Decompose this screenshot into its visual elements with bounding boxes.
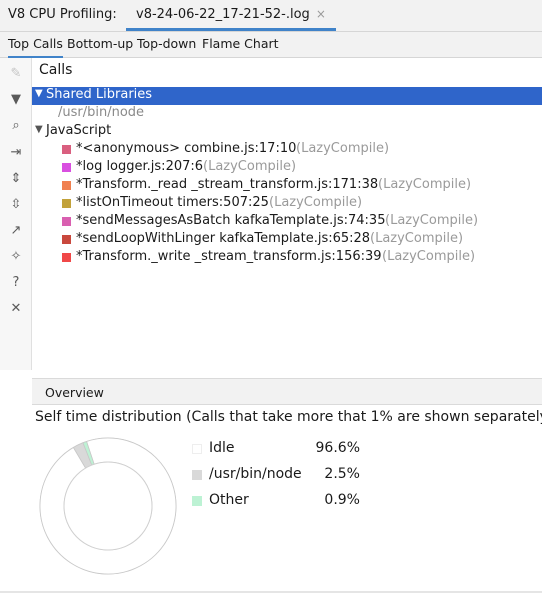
file-tab[interactable]: v8-24-06-22_17-21-52-.log ×	[126, 0, 336, 31]
color-swatch	[62, 199, 71, 208]
overview-header: Overview	[32, 378, 542, 405]
help-icon[interactable]: ?	[6, 272, 26, 292]
legend-percent: 2.5%	[324, 466, 360, 482]
call-tag: (LazyCompile)	[203, 159, 297, 174]
app-title: V8 CPU Profiling:	[8, 7, 117, 22]
export-icon[interactable]: ↗	[6, 220, 26, 240]
left-toolbar: ✎ ▼ ⌕ ⇥ ⇕ ⇳ ↗ ✧ ? ✕	[0, 58, 32, 370]
collapse-all-icon[interactable]: ⇳	[6, 194, 26, 214]
color-swatch	[62, 163, 71, 172]
call-tag: (LazyCompile)	[382, 249, 476, 264]
call-tag: (LazyCompile)	[370, 231, 464, 246]
call-row[interactable]: *Transform._write _stream_transform.js:1…	[32, 249, 542, 267]
tab-top-down[interactable]: Top-down	[137, 36, 196, 58]
call-row[interactable]: *<anonymous> combine.js:17:10 (LazyCompil…	[32, 141, 542, 159]
self-time-pie-chart	[39, 437, 177, 575]
pie-inner-hole	[63, 461, 153, 551]
call-name: *sendMessagesAsBatch kafkaTemplate.js:74…	[76, 213, 386, 228]
call-name: *Transform._read _stream_transform.js:17…	[76, 177, 379, 192]
pin-icon[interactable]: ✧	[6, 246, 26, 266]
pencil-icon[interactable]: ✎	[6, 63, 26, 83]
tree-node-usr-bin-node[interactable]: /usr/bin/node	[32, 105, 542, 123]
filter-icon[interactable]: ▼	[6, 89, 26, 109]
expand-arrow-icon[interactable]: ▼	[35, 124, 43, 135]
color-swatch	[62, 253, 71, 262]
close-tab-icon[interactable]: ×	[316, 7, 326, 21]
call-tag: (LazyCompile)	[296, 141, 390, 156]
call-tag: (LazyCompile)	[269, 195, 363, 210]
tree-node-javascript[interactable]: ▼ JavaScript	[32, 123, 542, 141]
expand-arrow-icon[interactable]: ▼	[35, 88, 43, 99]
color-swatch	[62, 217, 71, 226]
legend-item: Idle 96.6%	[192, 440, 372, 460]
tree-node-label: Shared Libraries	[46, 87, 153, 102]
navigate-icon[interactable]: ⇥	[6, 142, 26, 162]
tab-flame-chart[interactable]: Flame Chart	[202, 36, 279, 58]
color-swatch	[62, 181, 71, 190]
legend-percent: 96.6%	[315, 440, 360, 456]
legend-label: /usr/bin/node	[209, 466, 302, 482]
self-time-title: Self time distribution (Calls that take …	[35, 409, 542, 425]
legend-percent: 0.9%	[324, 492, 360, 508]
call-row[interactable]: *listOnTimeout timers:507:25 (LazyCompile…	[32, 195, 542, 213]
legend-swatch	[192, 470, 202, 480]
call-row[interactable]: *Transform._read _stream_transform.js:17…	[32, 177, 542, 195]
view-tabs: Top Calls Bottom-up Top-down Flame Chart	[0, 32, 542, 58]
call-row[interactable]: *sendMessagesAsBatch kafkaTemplate.js:74…	[32, 213, 542, 231]
call-tag: (LazyCompile)	[378, 177, 472, 192]
color-swatch	[62, 235, 71, 244]
call-name: *listOnTimeout timers:507:25	[76, 195, 269, 210]
legend-item: /usr/bin/node 2.5%	[192, 466, 372, 486]
search-icon[interactable]: ⌕	[6, 115, 26, 135]
call-name: *Transform._write _stream_transform.js:1…	[76, 249, 382, 264]
legend-label: Idle	[209, 440, 235, 456]
tree-node-label: JavaScript	[46, 123, 112, 138]
legend-swatch	[192, 496, 202, 506]
file-tab-label: v8-24-06-22_17-21-52-.log	[136, 7, 310, 22]
legend-label: Other	[209, 492, 249, 508]
tab-top-calls[interactable]: Top Calls	[8, 36, 63, 58]
legend-item: Other 0.9%	[192, 492, 372, 512]
title-bar: V8 CPU Profiling: v8-24-06-22_17-21-52-.…	[0, 0, 542, 32]
close-panel-icon[interactable]: ✕	[6, 298, 26, 318]
calls-header: Calls	[39, 62, 73, 78]
tree-node-shared-libraries[interactable]: ▼ Shared Libraries	[32, 87, 542, 105]
color-swatch	[62, 145, 71, 154]
expand-all-icon[interactable]: ⇕	[6, 168, 26, 188]
call-name: *log logger.js:207:6	[76, 159, 204, 174]
call-row[interactable]: *sendLoopWithLinger kafkaTemplate.js:65:…	[32, 231, 542, 249]
call-row[interactable]: *log logger.js:207:6 (LazyCompile)	[32, 159, 542, 177]
legend-swatch	[192, 444, 202, 454]
call-name: *<anonymous> combine.js:17:10	[76, 141, 297, 156]
call-name: *sendLoopWithLinger kafkaTemplate.js:65:…	[76, 231, 371, 246]
tree-node-label: /usr/bin/node	[58, 105, 145, 120]
tab-bottom-up[interactable]: Bottom-up	[67, 36, 133, 58]
call-tag: (LazyCompile)	[385, 213, 479, 228]
overview-title: Overview	[45, 385, 104, 400]
